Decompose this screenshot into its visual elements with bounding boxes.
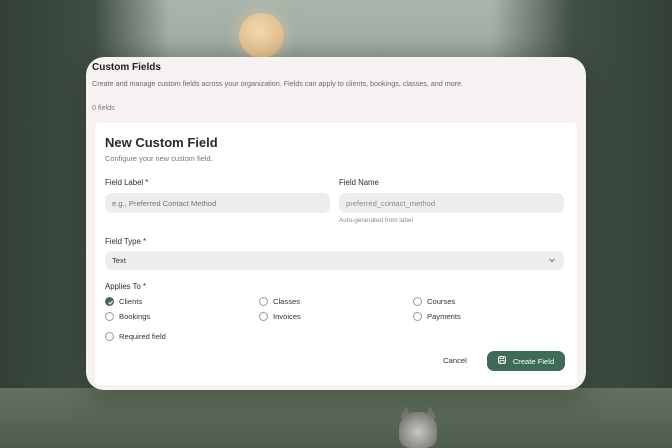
- new-custom-field-form: New Custom Field Configure your new cust…: [95, 123, 577, 385]
- required-field-checkbox[interactable]: Required field: [105, 332, 166, 341]
- applies-courses-checkbox[interactable]: Courses: [413, 297, 455, 306]
- unchecked-circle-icon: [259, 297, 268, 306]
- save-icon: [497, 356, 513, 366]
- unchecked-circle-icon: [413, 312, 422, 321]
- cancel-button[interactable]: Cancel: [435, 351, 475, 370]
- create-field-label: Create Field: [512, 356, 555, 366]
- unchecked-circle-icon: [259, 312, 268, 321]
- fields-count: 0 fields: [92, 103, 115, 112]
- cat-image: [399, 412, 437, 448]
- field-name-hint: Auto-generated from label: [339, 217, 413, 224]
- applies-to-label: Applies To *: [105, 282, 147, 291]
- applies-clients-checkbox[interactable]: Clients: [105, 297, 142, 306]
- checkbox-label: Classes: [273, 297, 301, 306]
- moon-image: [239, 13, 284, 58]
- panel-title: Custom Fields: [92, 62, 161, 73]
- field-type-label: Field Type *: [105, 237, 147, 246]
- chevron-down-icon: [548, 256, 556, 264]
- custom-fields-panel: Custom Fields Create and manage custom f…: [86, 57, 586, 390]
- applies-bookings-checkbox[interactable]: Bookings: [105, 312, 150, 321]
- unchecked-circle-icon: [105, 312, 114, 321]
- form-subtitle: Configure your new custom field.: [105, 154, 213, 163]
- applies-payments-checkbox[interactable]: Payments: [413, 312, 461, 321]
- applies-classes-checkbox[interactable]: Classes: [259, 297, 300, 306]
- panel-header: Custom Fields Create and manage custom f…: [92, 61, 580, 119]
- create-field-button[interactable]: Create Field: [487, 351, 565, 371]
- unchecked-circle-icon: [413, 297, 422, 306]
- required-field-label: Required field: [119, 332, 166, 341]
- form-title: New Custom Field: [105, 135, 218, 150]
- field-type-value: Text: [112, 256, 126, 265]
- checkbox-label: Payments: [427, 312, 461, 321]
- check-icon: [105, 297, 114, 306]
- checkbox-label: Bookings: [119, 312, 151, 321]
- checkbox-label: Courses: [427, 297, 456, 306]
- field-name-label: Field Name: [339, 178, 379, 187]
- field-type-select[interactable]: Text: [105, 251, 564, 270]
- panel-subtitle: Create and manage custom fields across y…: [92, 79, 464, 88]
- field-label-label: Field Label *: [105, 178, 149, 187]
- field-label-input[interactable]: [105, 193, 330, 213]
- checkbox-label: Invoices: [273, 312, 301, 321]
- field-name-value: preferred_contact_method: [346, 198, 436, 208]
- unchecked-circle-icon: [105, 332, 114, 341]
- field-name-input[interactable]: preferred_contact_method: [339, 193, 564, 213]
- checkbox-label: Clients: [119, 297, 143, 306]
- applies-invoices-checkbox[interactable]: Invoices: [259, 312, 301, 321]
